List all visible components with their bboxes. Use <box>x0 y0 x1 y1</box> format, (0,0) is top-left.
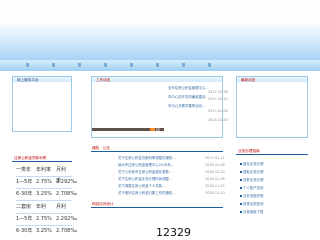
notice-item-link[interactable]: 赣州市住房公积金管理中心2016年... <box>118 163 174 167</box>
rate-term-cell: 6-30年 <box>16 191 33 197</box>
bullet-icon <box>240 203 242 205</box>
main-navigation-bar <box>0 60 320 71</box>
visitor-counter: 12329 <box>156 226 191 239</box>
service-title-rule <box>236 154 308 155</box>
bullet-icon <box>240 187 242 189</box>
notice-item-link[interactable]: 关于住房公积金贷款利率调整的通知... <box>118 156 175 160</box>
notice-item[interactable]: 赣州市住房公积金管理中心2016年... <box>118 163 198 167</box>
notice-item-date: 2016-12-08 <box>205 177 225 181</box>
notice-item-link[interactable]: 关于公布我市住房公积金缴存基数... <box>118 170 172 174</box>
notice-item[interactable]: 关于公布我市住房公积金缴存基数... <box>118 170 198 174</box>
nav-separator-icon <box>26 63 29 67</box>
rate-month-cell: 2.708‰ <box>56 228 78 234</box>
service-item[interactable]: 个人账户查询 <box>240 186 263 190</box>
header-banner <box>0 0 320 60</box>
service-item-link[interactable]: 政策法规查询 <box>243 202 263 206</box>
notice-item[interactable]: 关于调整住房公积金个人贷款... <box>118 184 198 188</box>
rate-term-cell: 1—5年 <box>16 179 33 185</box>
work-item-link[interactable]: 全市住房公积金管理中心... <box>168 86 209 90</box>
service-item[interactable]: 贷款业务办理 <box>240 178 263 182</box>
rate-year-cell: 年利率 <box>36 167 52 173</box>
notice-item-link[interactable]: 关于做好住房公积金归集工作的通知... <box>118 191 175 195</box>
rate-term-cell: 1—5年 <box>16 216 33 222</box>
work-item-date: 2016-12-20 <box>208 118 228 122</box>
notice-item-date: 2016-12-26 <box>205 163 225 167</box>
rate-month-cell: 月利 <box>56 204 67 210</box>
counter-title: 网站访问统计 <box>92 202 114 206</box>
rate-term-cell: 二套房 <box>16 204 32 210</box>
notice-item[interactable]: 关于做好住房公积金归集工作的通知... <box>118 191 198 195</box>
nav-separator-icon <box>52 63 55 67</box>
work-item[interactable]: 市中心召开党风廉政建设... <box>168 95 209 99</box>
rate-year-cell: 年利 <box>36 204 47 210</box>
service-item-link[interactable]: 贷款业务办理 <box>243 178 263 182</box>
rate-month-cell: 2.708‰ <box>56 191 78 197</box>
nav-separator-icon <box>78 63 81 67</box>
counter-title-rule <box>91 207 223 208</box>
work-item-link[interactable]: 市中心开展学雷锋活动... <box>168 104 205 108</box>
nav-separator-icon <box>104 63 107 67</box>
notice-item-date: 2016-11-25 <box>205 184 225 188</box>
work-item-date: 2017-02-15 <box>208 97 228 101</box>
rate-title-rule <box>12 161 72 162</box>
bullet-icon <box>240 211 242 213</box>
notice-item[interactable]: 关于住房公积金业务办理时间调整... <box>118 177 198 181</box>
service-item[interactable]: 缴存业务办理 <box>240 162 263 166</box>
rate-month-cell: 月利率 <box>56 167 67 184</box>
rate-year-cell: 3.25% <box>36 191 52 197</box>
nav-separator-icon <box>182 63 185 67</box>
notice-item-link[interactable]: 关于调整住房公积金个人贷款... <box>118 184 165 188</box>
rate-month-cell: 2.292‰ <box>56 216 78 222</box>
slideshow-indicator-icon[interactable] <box>150 128 155 131</box>
rate-year-cell: 3.25% <box>36 228 52 234</box>
rate-term-cell: 一类年 <box>16 167 32 173</box>
notice-title: 通知 · 公告 <box>92 146 110 150</box>
service-item-link[interactable]: 提取业务办理 <box>243 170 263 174</box>
nav-separator-icon <box>208 63 211 67</box>
rate-month-cell: 2.292‰ <box>56 179 78 185</box>
bullet-icon <box>240 171 242 173</box>
service-item[interactable]: 政策法规查询 <box>240 202 263 206</box>
work-item[interactable]: 市中心开展学雷锋活动... <box>168 104 206 108</box>
rate-row-divider <box>16 200 72 201</box>
work-panel: 全市住房公积金管理中心... 2017-02-28 市中心召开党风廉政建设...… <box>91 82 228 138</box>
rate-year-cell: 2.75% <box>36 216 52 222</box>
notice-item-date: 2017-01-11 <box>205 156 225 160</box>
service-item-link[interactable]: 业务流程说明 <box>243 194 263 198</box>
service-guide-title: 业务办理指南 <box>238 149 260 153</box>
right-panel <box>236 82 308 138</box>
service-item-link[interactable]: 缴存业务办理 <box>243 162 263 166</box>
service-item[interactable]: 业务流程说明 <box>240 194 263 198</box>
work-item-link[interactable]: 市中心召开党风廉政建设... <box>168 95 209 99</box>
notice-item-date: 2016-12-20 <box>205 170 225 174</box>
bullet-icon <box>240 163 242 165</box>
bullet-icon <box>240 179 242 181</box>
notice-title-rule <box>91 151 223 152</box>
notice-item-date: 2016-11-10 <box>205 191 225 195</box>
rate-year-cell: 2.75% <box>36 179 52 185</box>
service-item[interactable]: 提取业务办理 <box>240 170 263 174</box>
nav-separator-icon <box>156 63 159 67</box>
nav-separator-icon <box>130 63 133 67</box>
bullet-icon <box>240 195 242 197</box>
slideshow-indicator-icon[interactable] <box>156 128 160 131</box>
service-item-link[interactable]: 办事指南下载 <box>243 210 263 214</box>
rate-term-cell: 6-30年 <box>16 228 33 234</box>
login-panel <box>12 82 72 132</box>
service-item[interactable]: 办事指南下载 <box>240 210 263 214</box>
rate-table-title: 住房公积金贷款利率 <box>14 156 47 160</box>
notice-item[interactable]: 关于住房公积金贷款利率调整的通知... <box>118 156 198 160</box>
service-item-link[interactable]: 个人账户查询 <box>243 186 263 190</box>
work-item-date: 2017-01-06 <box>208 109 228 113</box>
work-item-date: 2017-02-28 <box>208 90 228 94</box>
notice-item-link[interactable]: 关于住房公积金业务办理时间调整... <box>118 177 172 181</box>
